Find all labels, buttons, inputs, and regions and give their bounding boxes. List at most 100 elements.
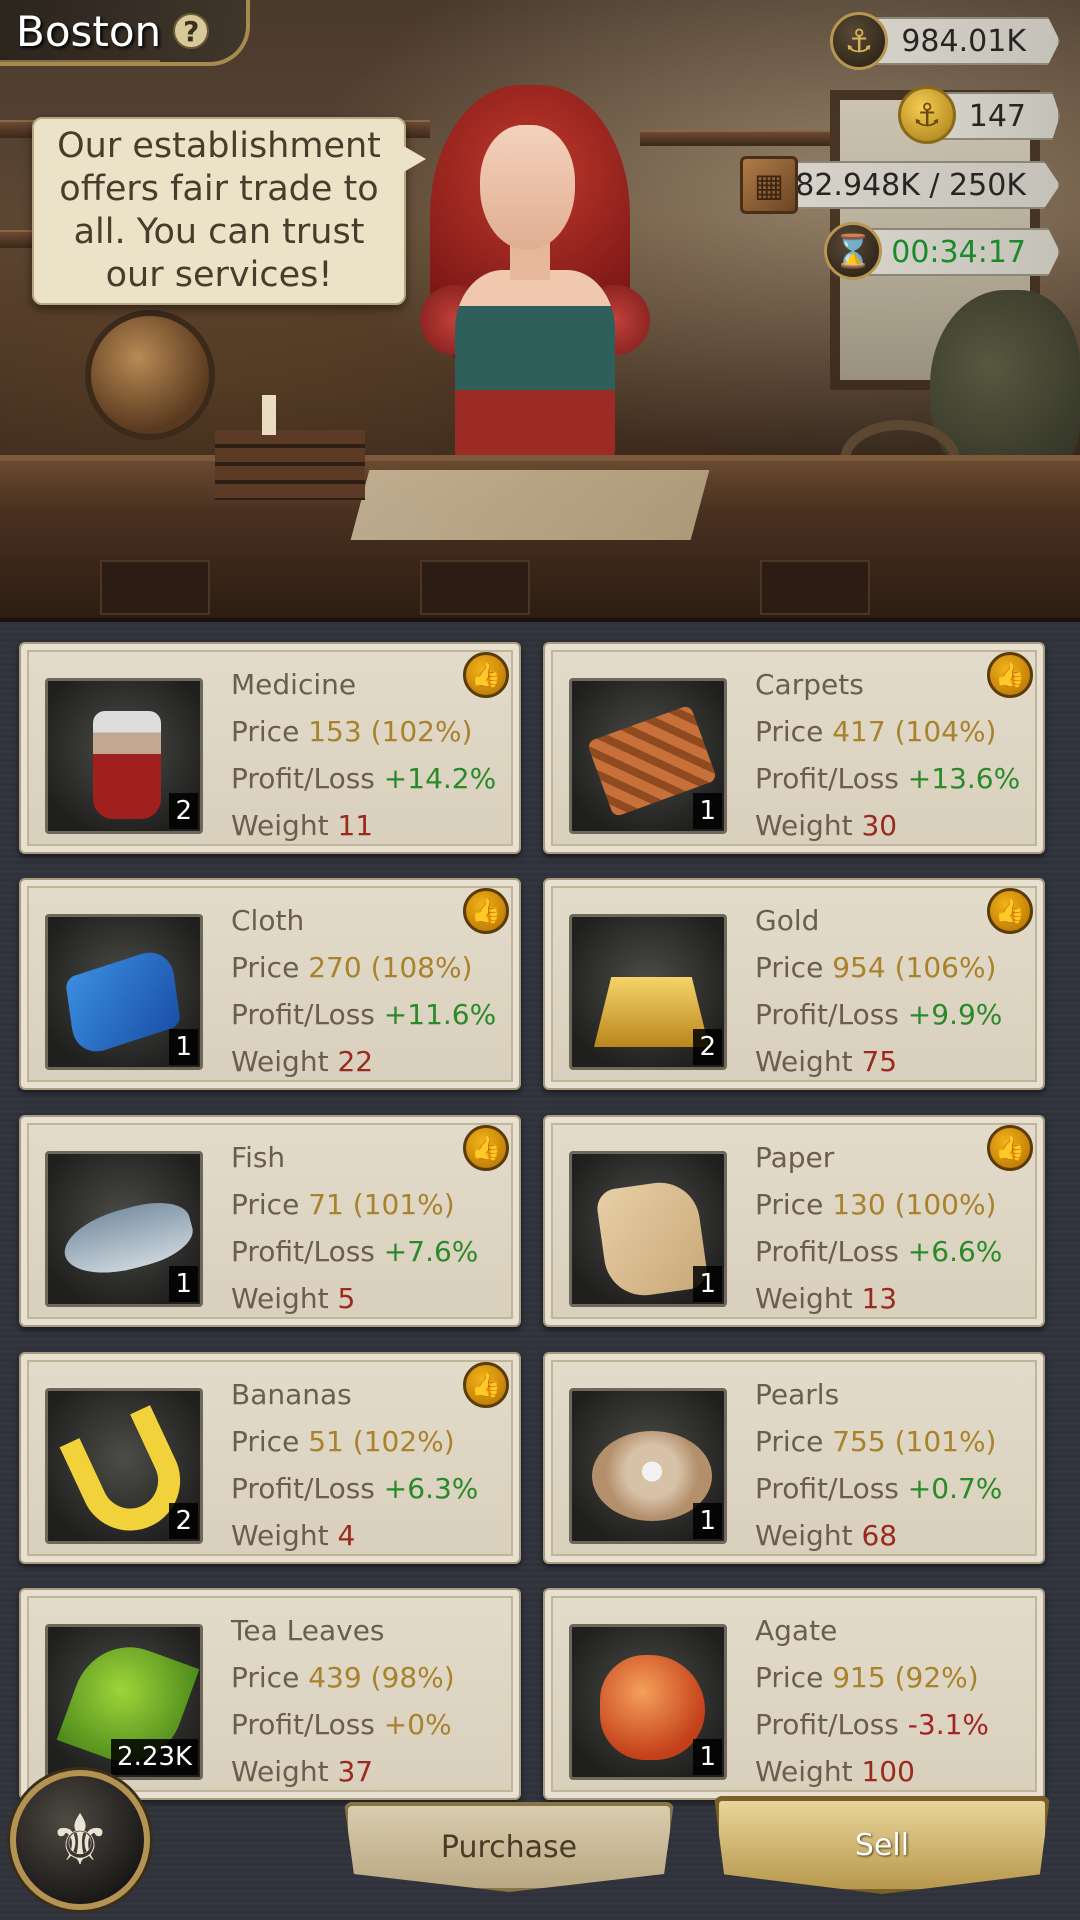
item-weight-row: Weight 37 xyxy=(231,1755,373,1788)
anchor-coin-value: 147 xyxy=(968,98,1026,134)
cargo-resource-bar: 82.948K / 250K xyxy=(790,161,1060,209)
profit-label: Profit/Loss xyxy=(755,998,899,1031)
item-profit-row: Profit/Loss +6.6% xyxy=(755,1235,1002,1268)
price-label: Price xyxy=(231,715,300,748)
item-profit-row: Profit/Loss -3.1% xyxy=(755,1708,989,1741)
profit-value: +6.3% xyxy=(383,1472,479,1505)
item-name: Fish xyxy=(231,1141,286,1174)
price-percent: (104%) xyxy=(894,715,997,748)
thumbs-up-icon: 👍 xyxy=(987,652,1033,698)
price-value: 270 xyxy=(308,951,362,984)
desk-panel xyxy=(100,560,210,615)
item-price-row: Price 130 (100%) xyxy=(755,1188,996,1221)
thumbs-up-icon: 👍 xyxy=(463,1362,509,1408)
weight-value: 5 xyxy=(337,1282,356,1315)
item-thumbnail: 1 xyxy=(569,1388,727,1544)
gold-resource-bar: 984.01K xyxy=(860,17,1060,65)
weight-label: Weight xyxy=(755,1045,853,1078)
profit-value: +0% xyxy=(383,1708,452,1741)
profit-label: Profit/Loss xyxy=(755,1708,899,1741)
price-percent: (102%) xyxy=(370,715,473,748)
goods-card-bananas[interactable]: 2 Bananas Price 51 (102%) Profit/Loss +6… xyxy=(19,1352,521,1564)
hourglass-icon: ⌛ xyxy=(824,222,882,280)
item-name: Pearls xyxy=(755,1378,840,1411)
item-thumbnail: 1 xyxy=(569,678,727,834)
item-weight-row: Weight 5 xyxy=(231,1282,355,1315)
merchant-character[interactable] xyxy=(410,85,660,470)
price-value: 71 xyxy=(308,1188,344,1221)
purchase-label: Purchase xyxy=(440,1829,578,1865)
speech-text: Our establishment offers fair trade to a… xyxy=(57,126,381,295)
corner-flourish xyxy=(0,60,160,90)
thumbs-up-icon: 👍 xyxy=(463,652,509,698)
goods-card-carpets[interactable]: 1 Carpets Price 417 (104%) Profit/Loss +… xyxy=(543,642,1045,854)
price-value: 130 xyxy=(832,1188,886,1221)
price-value: 915 xyxy=(832,1661,886,1694)
price-percent: (92%) xyxy=(894,1661,979,1694)
goods-card-cloth[interactable]: 1 Cloth Price 270 (108%) Profit/Loss +11… xyxy=(19,878,521,1090)
item-profit-row: Profit/Loss +9.9% xyxy=(755,998,1002,1031)
item-weight-row: Weight 75 xyxy=(755,1045,897,1078)
shelf xyxy=(640,130,830,146)
weight-value: 75 xyxy=(861,1045,898,1078)
profit-value: +7.6% xyxy=(383,1235,479,1268)
price-value: 153 xyxy=(308,715,362,748)
weight-value: 4 xyxy=(337,1519,356,1552)
item-price-row: Price 51 (102%) xyxy=(231,1425,455,1458)
item-quantity: 1 xyxy=(693,1503,722,1539)
goods-card-pearls[interactable]: 1 Pearls Price 755 (101%) Profit/Loss +0… xyxy=(543,1352,1045,1564)
weight-label: Weight xyxy=(231,1282,329,1315)
item-price-row: Price 755 (101%) xyxy=(755,1425,996,1458)
thumbs-up-icon: 👍 xyxy=(987,1125,1033,1171)
item-weight-row: Weight 4 xyxy=(231,1519,355,1552)
timer-bar: 00:34:17 xyxy=(860,228,1060,276)
globe xyxy=(85,310,215,440)
weight-label: Weight xyxy=(755,1519,853,1552)
price-label: Price xyxy=(755,1425,824,1458)
item-quantity: 2 xyxy=(693,1029,722,1065)
price-label: Price xyxy=(231,1661,300,1694)
weight-label: Weight xyxy=(755,1755,853,1788)
price-label: Price xyxy=(755,1188,824,1221)
thumbs-up-icon: 👍 xyxy=(463,1125,509,1171)
map xyxy=(350,470,710,540)
item-thumbnail: 2 xyxy=(569,914,727,1070)
item-weight-row: Weight 68 xyxy=(755,1519,897,1552)
paper-scroll-icon xyxy=(594,1177,710,1301)
weight-value: 68 xyxy=(861,1519,898,1552)
item-thumbnail: 1 xyxy=(569,1624,727,1780)
character-face xyxy=(480,125,575,250)
cargo-value: 82.948K / 250K xyxy=(795,167,1026,203)
item-name: Cloth xyxy=(231,904,305,937)
sell-tab-button[interactable]: Sell xyxy=(714,1796,1050,1894)
price-percent: (106%) xyxy=(894,951,997,984)
profit-label: Profit/Loss xyxy=(755,1235,899,1268)
goods-card-gold[interactable]: 2 Gold Price 954 (106%) Profit/Loss +9.9… xyxy=(543,878,1045,1090)
weight-label: Weight xyxy=(231,1519,329,1552)
profit-label: Profit/Loss xyxy=(231,1708,375,1741)
profit-label: Profit/Loss xyxy=(231,1235,375,1268)
item-name: Medicine xyxy=(231,668,357,701)
item-weight-row: Weight 22 xyxy=(231,1045,373,1078)
purchase-tab-button[interactable]: Purchase xyxy=(344,1802,674,1892)
item-quantity: 1 xyxy=(693,793,722,829)
price-value: 439 xyxy=(308,1661,362,1694)
back-emblem-button[interactable]: ⚜ xyxy=(0,1736,150,1920)
help-icon[interactable]: ? xyxy=(173,13,210,49)
price-value: 417 xyxy=(832,715,886,748)
profit-value: -3.1% xyxy=(907,1708,990,1741)
item-quantity: 1 xyxy=(169,1029,198,1065)
goods-card-fish[interactable]: 1 Fish Price 71 (101%) Profit/Loss +7.6%… xyxy=(19,1115,521,1327)
anchor-icon: ⚓ xyxy=(830,12,888,70)
crate-icon: ▦ xyxy=(740,156,798,214)
item-weight-row: Weight 100 xyxy=(755,1755,915,1788)
goods-card-medicine[interactable]: 2 Medicine Price 153 (102%) Profit/Loss … xyxy=(19,642,521,854)
goods-card-paper[interactable]: 1 Paper Price 130 (100%) Profit/Loss +6.… xyxy=(543,1115,1045,1327)
goods-card-agate[interactable]: 1 Agate Price 915 (92%) Profit/Loss -3.1… xyxy=(543,1588,1045,1800)
item-name: Paper xyxy=(755,1141,835,1174)
anchor-coin-icon: ⚓ xyxy=(898,86,956,144)
price-label: Price xyxy=(231,951,300,984)
profit-label: Profit/Loss xyxy=(755,1472,899,1505)
item-name: Gold xyxy=(755,904,820,937)
gold-bars-icon xyxy=(594,977,709,1047)
